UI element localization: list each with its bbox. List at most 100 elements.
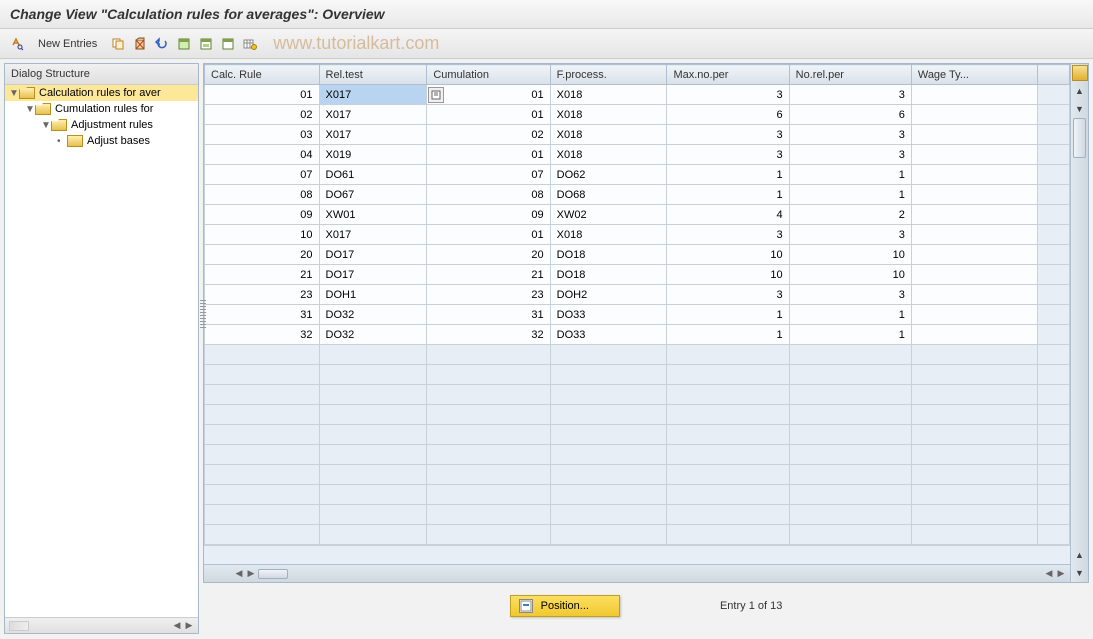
table-cell[interactable]: 3: [789, 285, 911, 305]
table-cell[interactable]: [789, 445, 911, 465]
table-cell[interactable]: 07: [427, 165, 550, 185]
column-header[interactable]: F.process.: [550, 65, 667, 85]
position-button[interactable]: Position...: [510, 595, 620, 617]
table-cell[interactable]: [1037, 445, 1069, 465]
table-cell[interactable]: [911, 485, 1037, 505]
table-cell[interactable]: [550, 525, 667, 545]
undo-icon[interactable]: [153, 35, 171, 53]
toggle-display-change-icon[interactable]: [8, 35, 26, 53]
table-cell[interactable]: X017: [319, 125, 427, 145]
table-row[interactable]: [205, 365, 1070, 385]
table-row[interactable]: [205, 465, 1070, 485]
table-cell[interactable]: [1037, 425, 1069, 445]
table-cell[interactable]: [911, 105, 1037, 125]
table-cell[interactable]: DOH2: [550, 285, 667, 305]
table-cell[interactable]: 01: [205, 85, 320, 105]
table-cell[interactable]: [911, 305, 1037, 325]
table-cell[interactable]: 3: [667, 85, 789, 105]
table-row[interactable]: 21DO1721DO181010: [205, 265, 1070, 285]
table-cell[interactable]: [205, 345, 320, 365]
table-cell[interactable]: [789, 385, 911, 405]
table-cell[interactable]: [1037, 405, 1069, 425]
table-cell[interactable]: 21: [205, 265, 320, 285]
column-header[interactable]: Wage Ty...: [911, 65, 1037, 85]
table-row[interactable]: 31DO3231DO3311: [205, 305, 1070, 325]
table-cell[interactable]: [911, 425, 1037, 445]
table-cell[interactable]: [911, 185, 1037, 205]
table-row[interactable]: 07DO6107DO6211: [205, 165, 1070, 185]
hscroll-right-end-icon[interactable]: ▶: [1056, 569, 1066, 579]
tree-item-0[interactable]: ▼Calculation rules for aver: [5, 85, 198, 101]
table-cell[interactable]: 20: [205, 245, 320, 265]
table-cell[interactable]: DO18: [550, 245, 667, 265]
table-cell[interactable]: [911, 145, 1037, 165]
table-cell[interactable]: 02: [427, 125, 550, 145]
table-cell[interactable]: 03: [205, 125, 320, 145]
table-cell[interactable]: 01: [427, 145, 550, 165]
table-cell[interactable]: 3: [789, 125, 911, 145]
table-cell[interactable]: 10: [789, 265, 911, 285]
table-cell[interactable]: [205, 425, 320, 445]
table-cell[interactable]: [911, 525, 1037, 545]
expand-arrow-icon[interactable]: ▼: [41, 120, 51, 131]
table-cell[interactable]: [911, 205, 1037, 225]
sidebar-resizer[interactable]: [200, 300, 206, 330]
table-cell[interactable]: [319, 505, 427, 525]
select-all-icon[interactable]: [175, 35, 193, 53]
tree-item-3[interactable]: •Adjust bases: [5, 133, 198, 149]
table-cell[interactable]: 3: [789, 145, 911, 165]
table-cell[interactable]: DO32: [319, 305, 427, 325]
table-cell[interactable]: [911, 505, 1037, 525]
vscroll-down-end-icon[interactable]: ▼: [1071, 564, 1088, 582]
table-cell[interactable]: [550, 485, 667, 505]
table-cell[interactable]: [427, 525, 550, 545]
table-cell[interactable]: [427, 425, 550, 445]
table-cell[interactable]: DOH1: [319, 285, 427, 305]
table-cell[interactable]: [789, 365, 911, 385]
table-cell[interactable]: [789, 485, 911, 505]
table-row[interactable]: [205, 405, 1070, 425]
new-entries-button[interactable]: New Entries: [30, 36, 105, 52]
table-cell[interactable]: [911, 245, 1037, 265]
table-cell[interactable]: [205, 465, 320, 485]
table-row[interactable]: [205, 445, 1070, 465]
table-cell[interactable]: X018: [550, 125, 667, 145]
table-cell[interactable]: [667, 365, 789, 385]
table-cell[interactable]: [911, 265, 1037, 285]
table-cell[interactable]: X018: [550, 145, 667, 165]
select-block-icon[interactable]: [197, 35, 215, 53]
hscroll-left-icon[interactable]: ◀: [234, 569, 244, 579]
table-cell[interactable]: [205, 525, 320, 545]
table-cell[interactable]: [319, 425, 427, 445]
table-cell[interactable]: [319, 445, 427, 465]
table-cell[interactable]: [205, 505, 320, 525]
table-cell[interactable]: [319, 385, 427, 405]
table-cell[interactable]: 01: [427, 105, 550, 125]
scroll-right-icon[interactable]: ▶: [184, 621, 194, 631]
table-row[interactable]: 20DO1720DO181010: [205, 245, 1070, 265]
table-cell[interactable]: [911, 465, 1037, 485]
table-cell[interactable]: [667, 345, 789, 365]
table-cell[interactable]: X019: [319, 145, 427, 165]
table-cell[interactable]: 02: [205, 105, 320, 125]
table-cell[interactable]: [1037, 465, 1069, 485]
table-cell[interactable]: [550, 345, 667, 365]
table-cell[interactable]: 21: [427, 265, 550, 285]
table-cell[interactable]: X018: [550, 225, 667, 245]
hscroll-right-icon[interactable]: ▶: [246, 569, 256, 579]
table-cell[interactable]: [427, 445, 550, 465]
table-row[interactable]: [205, 525, 1070, 545]
table-cell[interactable]: [911, 125, 1037, 145]
table-cell[interactable]: [319, 405, 427, 425]
table-cell[interactable]: 23: [205, 285, 320, 305]
table-cell[interactable]: DO17: [319, 265, 427, 285]
table-cell[interactable]: [550, 465, 667, 485]
table-cell[interactable]: DO67: [319, 185, 427, 205]
hscroll-left-end-icon[interactable]: ◀: [1044, 569, 1054, 579]
table-row[interactable]: [205, 485, 1070, 505]
table-row[interactable]: 32DO3232DO3311: [205, 325, 1070, 345]
table-cell[interactable]: [550, 425, 667, 445]
table-cell[interactable]: [667, 425, 789, 445]
table-row[interactable]: 08DO6708DO6811: [205, 185, 1070, 205]
f4-help-icon[interactable]: [428, 87, 444, 103]
